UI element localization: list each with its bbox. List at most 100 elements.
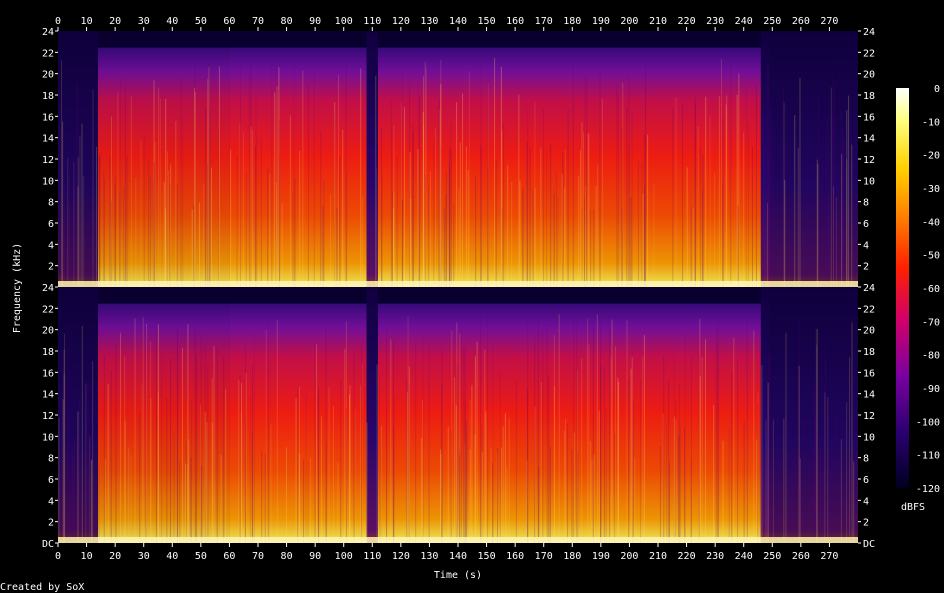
texture-streak (175, 120, 177, 287)
texture-streak (511, 182, 513, 287)
x-tick-label-top: 0 (55, 16, 61, 27)
texture-streak (469, 449, 471, 543)
texture-streak (617, 92, 619, 287)
texture-streak (216, 346, 218, 543)
texture-streak (223, 354, 225, 543)
texture-streak (62, 399, 64, 543)
y-tick-label-right: 20 (863, 70, 875, 81)
x-tick-label-top: 100 (335, 16, 353, 27)
texture-streak (443, 208, 445, 287)
texture-streak (647, 134, 649, 287)
texture-streak (814, 388, 816, 543)
texture-streak (846, 401, 848, 543)
texture-streak (190, 457, 192, 543)
texture-streak (632, 400, 634, 543)
x-tick-label-top: 230 (706, 16, 724, 27)
texture-streak (261, 450, 263, 543)
texture-streak (265, 329, 267, 543)
texture-streak (641, 163, 643, 287)
colorbar-tick-label: -110 (916, 451, 940, 462)
x-tick-label-top: 260 (792, 16, 810, 27)
y-tick-label-right: 2 (863, 262, 869, 273)
texture-streak (816, 344, 818, 543)
y-tick-label-left: 10 (42, 176, 54, 187)
texture-streak (684, 331, 686, 543)
texture-streak (194, 330, 196, 543)
x-tick-label-bottom: 130 (420, 551, 438, 562)
x-tick-label-top: 140 (449, 16, 467, 27)
texture-streak (459, 142, 461, 287)
texture-streak (591, 460, 593, 543)
texture-streak (92, 361, 94, 543)
colorbar-tick-label: -120 (916, 484, 940, 495)
texture-streak (453, 202, 455, 287)
texture-streak (408, 366, 410, 543)
texture-streak (468, 71, 470, 287)
x-axis-top: 0 10 20 30 40 50 60 70 80 90 100 110 120 130 140 150 160… (55, 16, 838, 31)
texture-streak (534, 337, 536, 543)
texture-streak (130, 454, 132, 543)
texture-streak (72, 455, 74, 543)
texture-streak (168, 170, 170, 287)
texture-streak (849, 357, 851, 543)
y-tick-label-right: 18 (863, 91, 875, 102)
texture-streak (642, 356, 644, 543)
texture-streak (381, 175, 383, 287)
texture-streak (584, 75, 586, 287)
texture-streak (597, 164, 599, 287)
texture-streak (412, 125, 414, 287)
texture-streak (140, 140, 142, 287)
texture-streak (577, 452, 579, 543)
texture-streak (587, 318, 589, 543)
texture-streak (302, 70, 304, 288)
texture-streak (429, 171, 431, 287)
x-tick-label-top: 170 (535, 16, 553, 27)
texture-streak (440, 84, 442, 288)
texture-streak (631, 112, 633, 287)
texture-streak (532, 189, 534, 287)
x-tick-label-bottom: 270 (820, 551, 838, 562)
texture-streak (600, 365, 602, 543)
y-tick-label-right: 18 (863, 347, 875, 358)
texture-streak (743, 132, 745, 287)
texture-streak (717, 314, 719, 543)
texture-streak (194, 91, 196, 288)
texture-streak (626, 106, 628, 287)
x-tick-label-top: 20 (109, 16, 121, 27)
texture-streak (522, 190, 524, 287)
x-tick-label-bottom: 220 (678, 551, 696, 562)
texture-streak (218, 66, 220, 287)
texture-streak (456, 102, 458, 287)
texture-streak (447, 426, 449, 543)
texture-streak (588, 132, 590, 287)
texture-streak (213, 346, 215, 543)
texture-streak (450, 431, 452, 543)
texture-streak (376, 364, 378, 543)
texture-streak (799, 458, 801, 543)
texture-streak (390, 339, 392, 543)
texture-streak (314, 342, 316, 543)
texture-streak (158, 88, 160, 287)
x-tick-label-top: 30 (138, 16, 150, 27)
texture-streak (58, 135, 60, 287)
texture-streak (616, 84, 618, 287)
texture-streak (120, 332, 122, 543)
texture-streak (422, 111, 424, 288)
colorbar-label: dBFS (901, 502, 925, 513)
texture-streak (325, 444, 327, 543)
texture-streak (114, 176, 116, 287)
texture-streak (345, 63, 347, 287)
texture-streak (722, 440, 724, 543)
texture-streak (230, 149, 232, 287)
texture-streak (299, 150, 301, 287)
texture-streak (164, 208, 166, 287)
texture-streak (79, 396, 81, 543)
texture-streak (785, 332, 787, 543)
texture-streak (207, 365, 209, 543)
texture-streak (155, 325, 157, 543)
texture-streak (743, 421, 745, 543)
x-tick-label-top: 120 (392, 16, 410, 27)
x-tick-label-bottom: 160 (506, 551, 524, 562)
texture-streak (642, 193, 644, 287)
texture-streak (441, 383, 443, 543)
